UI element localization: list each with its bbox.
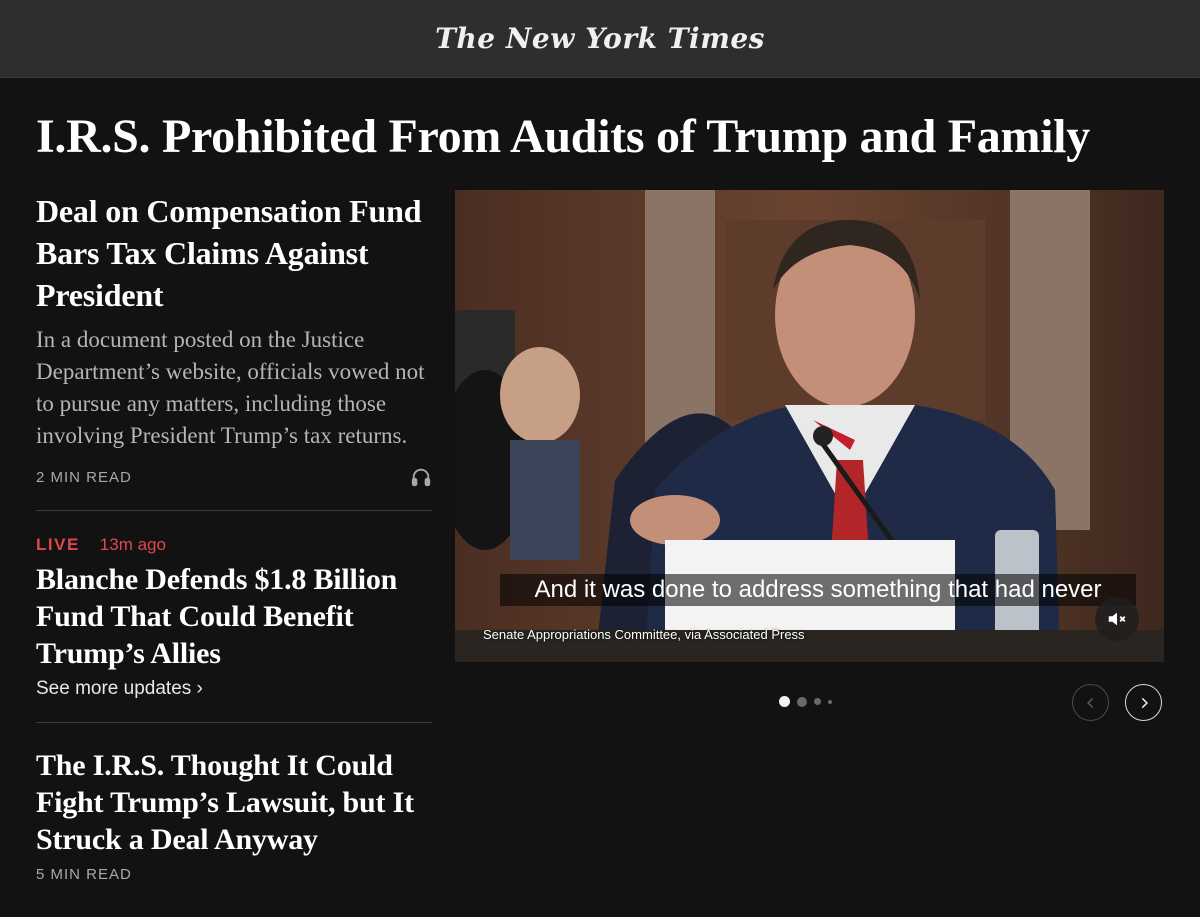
carousel-dots	[779, 696, 832, 707]
chevron-left-icon	[1086, 697, 1093, 708]
video-credit: Senate Appropriations Committee, via Ass…	[483, 627, 805, 642]
carousel-dot[interactable]	[814, 698, 821, 705]
carousel-dot[interactable]	[797, 696, 807, 707]
divider	[36, 510, 432, 511]
video-caption: And it was done to address something tha…	[500, 574, 1136, 606]
see-more-updates-link[interactable]: See more updates ›	[36, 678, 203, 700]
speaker-muted-icon	[1108, 612, 1126, 626]
lead-story: Deal on Compensation Fund Bars Tax Claim…	[36, 190, 432, 488]
read-time: 2 MIN READ	[36, 468, 132, 486]
third-story: The I.R.S. Thought It Could Fight Trump’…	[36, 747, 432, 883]
live-badge: LIVE	[36, 535, 80, 554]
live-story-headline[interactable]: Blanche Defends $1.8 Billion Fund That C…	[36, 561, 432, 672]
video-player[interactable]: And it was done to address something tha…	[455, 190, 1164, 662]
lead-story-summary[interactable]: In a document posted on the Justice Depa…	[36, 324, 432, 452]
masthead: The New York Times	[0, 0, 1200, 78]
carousel-dot[interactable]	[828, 699, 832, 704]
live-story: LIVE 13m ago Blanche Defends $1.8 Billio…	[36, 535, 432, 700]
carousel-prev-button[interactable]	[1072, 684, 1109, 721]
story-column: Deal on Compensation Fund Bars Tax Claim…	[36, 190, 432, 883]
divider	[36, 722, 432, 723]
live-meta: LIVE 13m ago	[36, 535, 432, 555]
carousel-dot[interactable]	[779, 696, 790, 707]
lead-story-headline[interactable]: Deal on Compensation Fund Bars Tax Claim…	[36, 190, 432, 316]
carousel-next-button[interactable]	[1125, 684, 1162, 721]
read-time: 5 MIN READ	[36, 866, 132, 883]
live-timestamp: 13m ago	[99, 535, 166, 554]
headphones-icon[interactable]	[410, 466, 432, 488]
chevron-right-icon	[1141, 697, 1148, 708]
lead-story-meta: 2 MIN READ	[36, 466, 432, 488]
third-story-headline[interactable]: The I.R.S. Thought It Could Fight Trump’…	[36, 747, 432, 858]
mute-button[interactable]	[1095, 597, 1139, 641]
main-headline[interactable]: I.R.S. Prohibited From Audits of Trump a…	[36, 108, 1176, 166]
nyt-logo[interactable]: The New York Times	[435, 22, 765, 55]
